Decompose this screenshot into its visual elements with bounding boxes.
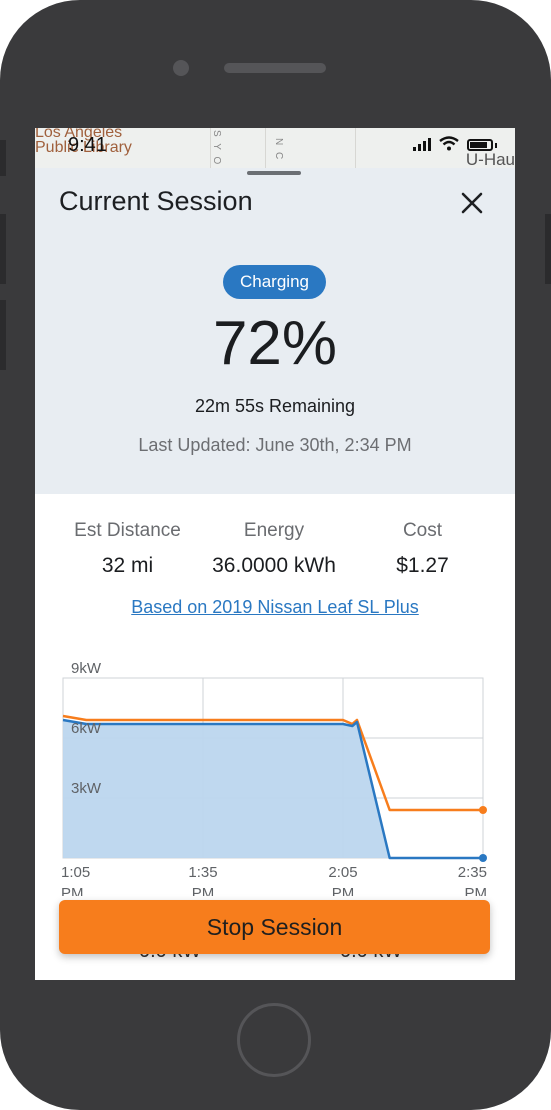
wifi-icon [439, 136, 459, 151]
stat-value: 32 mi [101, 554, 154, 577]
status-bar: 9:41 [35, 128, 515, 162]
status-badge: Charging [223, 265, 326, 299]
y-tick-label: 3kW [71, 780, 102, 797]
status-icons [413, 136, 497, 151]
session-stats: Est Distance 32 mi Energy 36.0000 kWh Co… [35, 520, 515, 580]
volume-up-button [0, 214, 6, 284]
volume-down-button [0, 300, 6, 370]
sheet-grabber-handle[interactable] [247, 171, 301, 175]
series-line-orange-end-point [479, 806, 487, 814]
x-tick-label: PM [192, 885, 215, 896]
vehicle-link[interactable]: Based on 2019 Nissan Leaf SL Plus [35, 597, 515, 618]
close-icon [461, 192, 483, 214]
x-tick-label: PM [332, 885, 355, 896]
power-chart-svg: 9kW 6kW 3kW 1:05 PM 1:35 PM 2:05 PM 2:35 PM [61, 660, 488, 896]
x-tick-label: PM [61, 885, 84, 896]
last-updated: Last Updated: June 30th, 2:34 PM [138, 435, 412, 455]
stat-cost: Cost $1.27 [375, 520, 470, 578]
power-chart: 9kW 6kW 3kW 1:05 PM 1:35 PM 2:05 PM 2:35 PM [35, 646, 515, 896]
battery-icon [467, 139, 493, 151]
cellular-signal-icon [413, 137, 431, 151]
x-tick-label: 1:05 [61, 864, 90, 881]
stat-energy: Energy 36.0000 kWh [200, 520, 348, 578]
stat-label: Est Distance [74, 520, 181, 541]
earpiece-speaker [224, 63, 326, 73]
y-tick-label: 9kW [71, 660, 102, 677]
x-tick-label: PM [465, 885, 488, 896]
series-area-blue [63, 720, 483, 858]
mute-switch [0, 140, 6, 176]
stat-distance: Est Distance 32 mi [61, 520, 194, 578]
stat-value: 36.0000 kWh [212, 554, 336, 577]
status-time: 9:41 [68, 134, 107, 156]
y-tick-label: 6kW [71, 720, 102, 737]
series-line-blue-end-point [479, 854, 487, 862]
screen: Los Angeles Public Library S Y O N C U-H… [35, 128, 515, 980]
x-tick-label: 2:35 [458, 864, 487, 881]
power-button [545, 214, 551, 284]
home-button[interactable] [237, 1003, 311, 1077]
stat-label: Cost [402, 520, 443, 541]
stop-session-button[interactable]: Stop Session [59, 900, 490, 954]
x-tick-label: 2:05 [328, 864, 357, 881]
charge-percent: 72% [212, 309, 338, 378]
time-remaining: 22m 55s Remaining [194, 396, 356, 416]
close-button[interactable] [455, 186, 489, 220]
x-tick-label: 1:35 [188, 864, 217, 881]
stat-value: $1.27 [396, 554, 449, 577]
front-camera [173, 60, 189, 76]
page-title: Current Session [59, 186, 253, 216]
battery-tip [495, 143, 497, 148]
stat-label: Energy [243, 520, 305, 541]
phone-frame: Los Angeles Public Library S Y O N C U-H… [0, 0, 551, 1110]
